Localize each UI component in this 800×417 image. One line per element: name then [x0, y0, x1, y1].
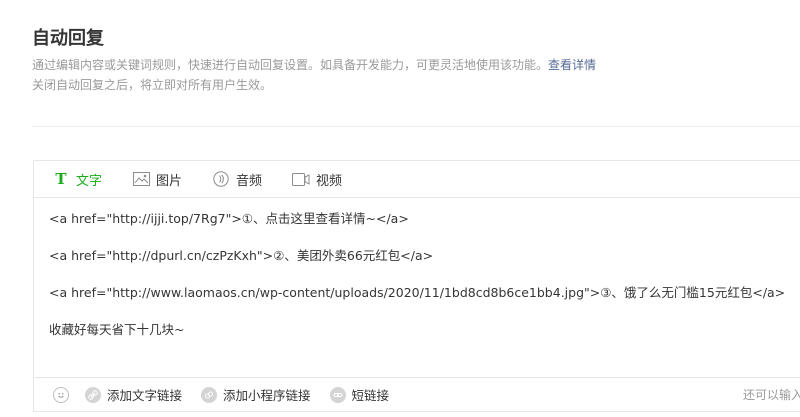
section-divider — [32, 126, 800, 127]
reply-content-area[interactable]: <a href="http://ijji.top/7Rg7">①、点击这里查看详… — [34, 198, 800, 339]
video-icon — [292, 170, 310, 188]
short-link-label: 短链接 — [351, 388, 390, 403]
content-line: <a href="http://ijji.top/7Rg7">①、点击这里查看详… — [49, 211, 409, 226]
short-link-button[interactable]: 短链接 — [329, 385, 390, 404]
page-title: 自动回复 — [32, 28, 104, 49]
image-icon — [132, 170, 150, 188]
add-miniprogram-link-button[interactable]: 添加小程序链接 — [201, 385, 311, 404]
tab-audio[interactable]: 音频 — [212, 170, 262, 189]
tab-image-label: 图片 — [156, 173, 183, 189]
description-line-1: 通过编辑内容或关键词规则，快速进行自动回复设置。如具备开发能力，可更灵活地使用该… — [32, 55, 800, 75]
tab-video-label: 视频 — [316, 173, 343, 189]
char-counter: 还可以输入 — [742, 388, 800, 402]
short-link-icon — [329, 386, 346, 403]
details-link[interactable]: 查看详情 — [548, 58, 596, 72]
add-text-link-button[interactable]: 添加文字链接 — [85, 385, 182, 404]
content-line: <a href="http://dpurl.cn/czPzKxh">②、美团外卖… — [49, 248, 434, 263]
editor-toolbar: 添加文字链接 添加小程序链接 短链接 还可以输入 — [34, 377, 800, 411]
tab-video[interactable]: 视频 — [292, 170, 342, 189]
tab-text-label: 文字 — [76, 173, 103, 189]
audio-icon — [212, 170, 230, 188]
link-icon — [85, 386, 101, 403]
description-text: 通过编辑内容或关键词规则，快速进行自动回复设置。如具备开发能力，可更灵活地使用该… — [32, 58, 549, 72]
tab-image[interactable]: 图片 — [132, 170, 182, 189]
tab-audio-label: 音频 — [236, 173, 263, 189]
add-miniprogram-link-label: 添加小程序链接 — [223, 388, 311, 403]
page-header: 自动回复 通过编辑内容或关键词规则，快速进行自动回复设置。如具备开发能力，可更灵… — [32, 28, 800, 95]
text-icon: T — [55, 170, 67, 188]
description-line-2: 关闭自动回复之后，将立即对所有用户生效。 — [32, 78, 273, 92]
miniprogram-icon — [201, 386, 218, 403]
reply-editor: T 文字 图片 音频 视频 <a href="http://ijji.top/7… — [33, 160, 800, 412]
add-text-link-label: 添加文字链接 — [107, 388, 183, 403]
content-line: 收藏好每天省下十几块~ — [49, 322, 185, 337]
emoji-icon[interactable] — [53, 386, 69, 403]
content-line: <a href="http://www.laomaos.cn/wp-conten… — [49, 285, 786, 300]
message-type-tabs: T 文字 图片 音频 视频 — [34, 161, 800, 198]
page-description: 通过编辑内容或关键词规则，快速进行自动回复设置。如具备开发能力，可更灵活地使用该… — [32, 55, 800, 95]
tab-text[interactable]: T 文字 — [52, 170, 102, 189]
